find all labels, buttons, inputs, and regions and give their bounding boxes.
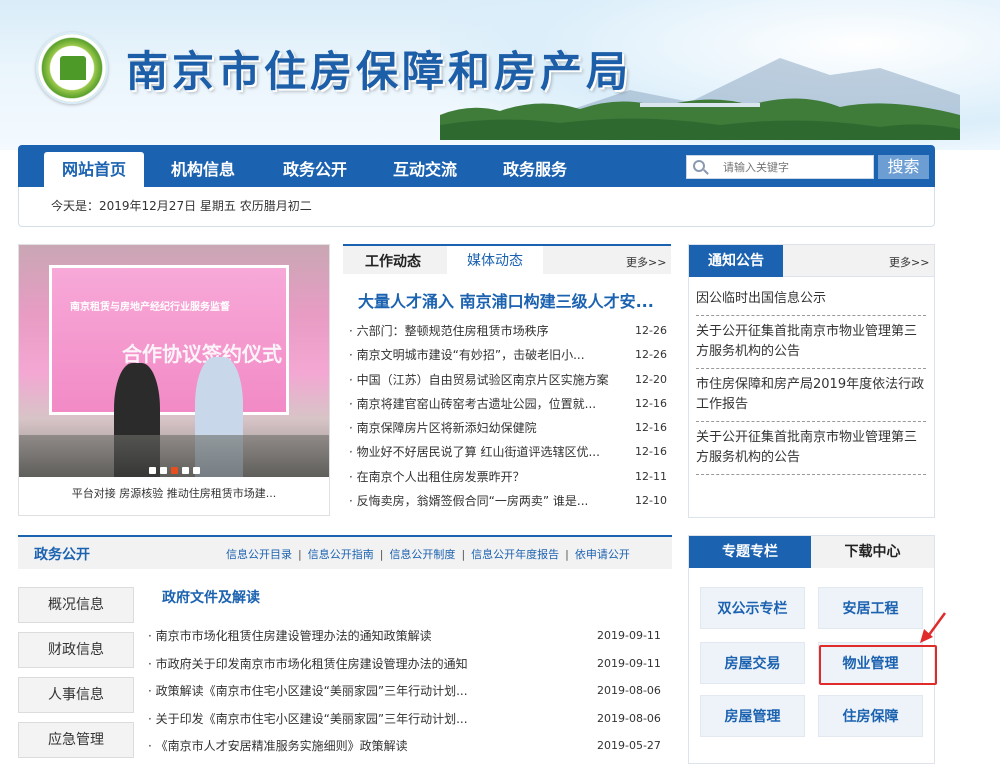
main-nav: 网站首页 机构信息 政务公开 互动交流 政务服务 搜索 xyxy=(18,145,935,187)
notice-title[interactable]: 通知公告 xyxy=(689,245,783,277)
nav-item-interaction[interactable]: 互动交流 xyxy=(380,152,470,187)
gov-open-title[interactable]: 政务公开 xyxy=(34,544,90,564)
tab-work-news[interactable]: 工作动态 xyxy=(365,251,421,271)
topics-header: 专题专栏 下载中心 xyxy=(689,536,934,568)
site-title: 南京市住房保障和房产局 xyxy=(126,47,633,96)
notice-item[interactable]: 关于公开征集首批南京市物业管理第三方服务机构的公告 xyxy=(696,316,926,369)
slide-dot-active[interactable] xyxy=(171,467,178,474)
doc-list: · 南京市市场化租赁住房建设管理办法的通知政策解读 2019-09-11 · 市政… xyxy=(148,623,668,761)
link-info-catalog[interactable]: 信息公开目录 xyxy=(226,548,292,561)
list-item[interactable]: · 在南京个人出租住房发票昨开？ 12-11 xyxy=(343,465,671,489)
list-item[interactable]: · 南京文明城市建设“有妙招”，击破老旧小... 12-26 xyxy=(343,343,671,367)
list-item[interactable]: · 南京将建官窑山砖窑考古遗址公园，位置就... 12-16 xyxy=(343,392,671,416)
logo-building-icon xyxy=(60,56,86,80)
doc-section-title[interactable]: 政府文件及解读 xyxy=(162,587,260,607)
notice-item[interactable]: 因公临时出国信息公示 xyxy=(696,283,926,316)
gov-open-links: 信息公开目录 | 信息公开指南 | 信息公开制度 | 信息公开年度报告 | 依申请公开 xyxy=(226,546,630,562)
tab-special-topics[interactable]: 专题专栏 xyxy=(689,536,811,568)
notice-item[interactable]: 关于公开征集首批南京市物业管理第三方服务机构的公告 xyxy=(696,422,926,475)
link-annual-report[interactable]: 信息公开年度报告 xyxy=(471,548,559,561)
topic-button-double-publicity[interactable]: 双公示专栏 xyxy=(700,587,805,629)
nav-item-services[interactable]: 政务服务 xyxy=(490,152,580,187)
notice-list: 因公临时出国信息公示 关于公开征集首批南京市物业管理第三方服务机构的公告 市住房… xyxy=(696,283,926,475)
link-info-guide[interactable]: 信息公开指南 xyxy=(308,548,374,561)
gov-open-panel: 政务公开 信息公开目录 | 信息公开指南 | 信息公开制度 | 信息公开年度报告 | 依申请公开… xyxy=(18,535,672,764)
news-more-link[interactable]: 更多>> xyxy=(626,254,666,270)
notice-panel: 通知公告 更多>> 因公临时出国信息公示 关于公开征集首批南京市物业管理第三方服… xyxy=(688,244,935,518)
nav-item-gov-affairs[interactable]: 政务公开 xyxy=(270,152,360,187)
topic-button-housing-project[interactable]: 安居工程 xyxy=(818,587,923,629)
slide-dot[interactable] xyxy=(149,467,156,474)
slide-dot[interactable] xyxy=(193,467,200,474)
slide-board-title: 合作协议签约仪式 xyxy=(122,342,282,366)
divider: | xyxy=(565,548,569,561)
slide-caption[interactable]: 平台对接 房源核验 推动住房租赁市场建... xyxy=(19,485,329,501)
tab-media-news[interactable]: 媒体动态 xyxy=(447,246,543,276)
tab-download-center[interactable]: 下载中心 xyxy=(811,536,934,568)
photo-slider[interactable]: 南京租赁与房地产经纪行业服务监督 合作协议签约仪式 平台对接 房源核验 推动住房… xyxy=(18,244,330,516)
topic-button-housing-trade[interactable]: 房屋交易 xyxy=(700,642,805,684)
notice-item[interactable]: 市住房保障和房产局2019年度依法行政工作报告 xyxy=(696,369,926,422)
list-item[interactable]: · 关于印发《南京市住宅小区建设“美丽家园”三年行动计划... 2019-08-0… xyxy=(148,706,668,734)
list-item[interactable]: · 六部门：整顿规范住房租赁市场秩序 12-26 xyxy=(343,319,671,343)
slide-board-text: 南京租赁与房地产经纪行业服务监督 xyxy=(70,302,230,313)
news-tabs: 工作动态 媒体动态 更多>> xyxy=(343,244,671,276)
news-headline[interactable]: 大量人才涌入 南京浦口构建三级人才安... xyxy=(358,288,654,312)
search-icon xyxy=(693,160,705,172)
divider: | xyxy=(379,548,384,561)
divider: | xyxy=(461,548,466,561)
list-item[interactable]: · 《南京市人才安居精准服务实施细则》政策解读 2019-05-27 xyxy=(148,733,668,761)
slide-image[interactable]: 南京租赁与房地产经纪行业服务监督 合作协议签约仪式 xyxy=(19,245,329,477)
list-item[interactable]: · 中国（江苏）自由贸易试验区南京片区实施方案 12-20 xyxy=(343,368,671,392)
search-input[interactable] xyxy=(723,159,868,175)
date-bar: 今天是：2019年12月27日 星期五 农历腊月初二 xyxy=(18,187,935,227)
gov-open-header: 政务公开 信息公开目录 | 信息公开指南 | 信息公开制度 | 信息公开年度报告 | 依申请公开 xyxy=(18,535,672,569)
list-item[interactable]: · 反悔卖房，翁婿签假合同“一房两卖” 谁是... 12-10 xyxy=(343,489,671,513)
topic-button-housing-management[interactable]: 房屋管理 xyxy=(700,695,805,737)
notice-header: 通知公告 更多>> xyxy=(689,245,934,277)
highlight-box xyxy=(819,645,937,685)
side-button-overview[interactable]: 概况信息 xyxy=(18,587,134,623)
header-banner: 南京市住房保障和房产局 xyxy=(0,0,1000,150)
link-info-rules[interactable]: 信息公开制度 xyxy=(389,548,455,561)
side-button-personnel[interactable]: 人事信息 xyxy=(18,677,134,713)
slide-backdrop-board: 南京租赁与房地产经纪行业服务监督 合作协议签约仪式 xyxy=(49,265,289,415)
topic-button-housing-security[interactable]: 住房保障 xyxy=(818,695,923,737)
site-logo[interactable] xyxy=(36,32,108,104)
red-arrow-icon xyxy=(920,612,947,643)
list-item[interactable]: · 南京市市场化租赁住房建设管理办法的通知政策解读 2019-09-11 xyxy=(148,623,668,651)
search-box xyxy=(686,155,874,179)
slide-dots xyxy=(149,463,204,477)
list-item[interactable]: · 政策解读《南京市住宅小区建设“美丽家园”三年行动计划... 2019-08-0… xyxy=(148,678,668,706)
news-panel: 工作动态 媒体动态 更多>> 大量人才涌入 南京浦口构建三级人才安... · 六… xyxy=(343,244,671,516)
slide-dot[interactable] xyxy=(182,467,189,474)
nav-item-org-info[interactable]: 机构信息 xyxy=(158,152,248,187)
link-apply-disclosure[interactable]: 依申请公开 xyxy=(575,548,630,561)
list-item[interactable]: · 物业好不好居民说了算 红山街道评选辖区优... 12-16 xyxy=(343,440,671,464)
search-button[interactable]: 搜索 xyxy=(878,155,929,179)
news-list: · 六部门：整顿规范住房租赁市场秩序 12-26 · 南京文明城市建设“有妙招”，… xyxy=(343,319,671,513)
side-button-emergency[interactable]: 应急管理 xyxy=(18,722,134,758)
list-item[interactable]: · 市政府关于印发南京市市场化租赁住房建设管理办法的通知 2019-09-11 xyxy=(148,651,668,679)
list-item[interactable]: · 南京保障房片区将新添妇幼保健院 12-16 xyxy=(343,416,671,440)
divider: | xyxy=(298,548,302,561)
slide-dot[interactable] xyxy=(160,467,167,474)
side-button-finance[interactable]: 财政信息 xyxy=(18,632,134,668)
notice-more-link[interactable]: 更多>> xyxy=(889,254,929,270)
nav-item-home[interactable]: 网站首页 xyxy=(44,152,144,187)
